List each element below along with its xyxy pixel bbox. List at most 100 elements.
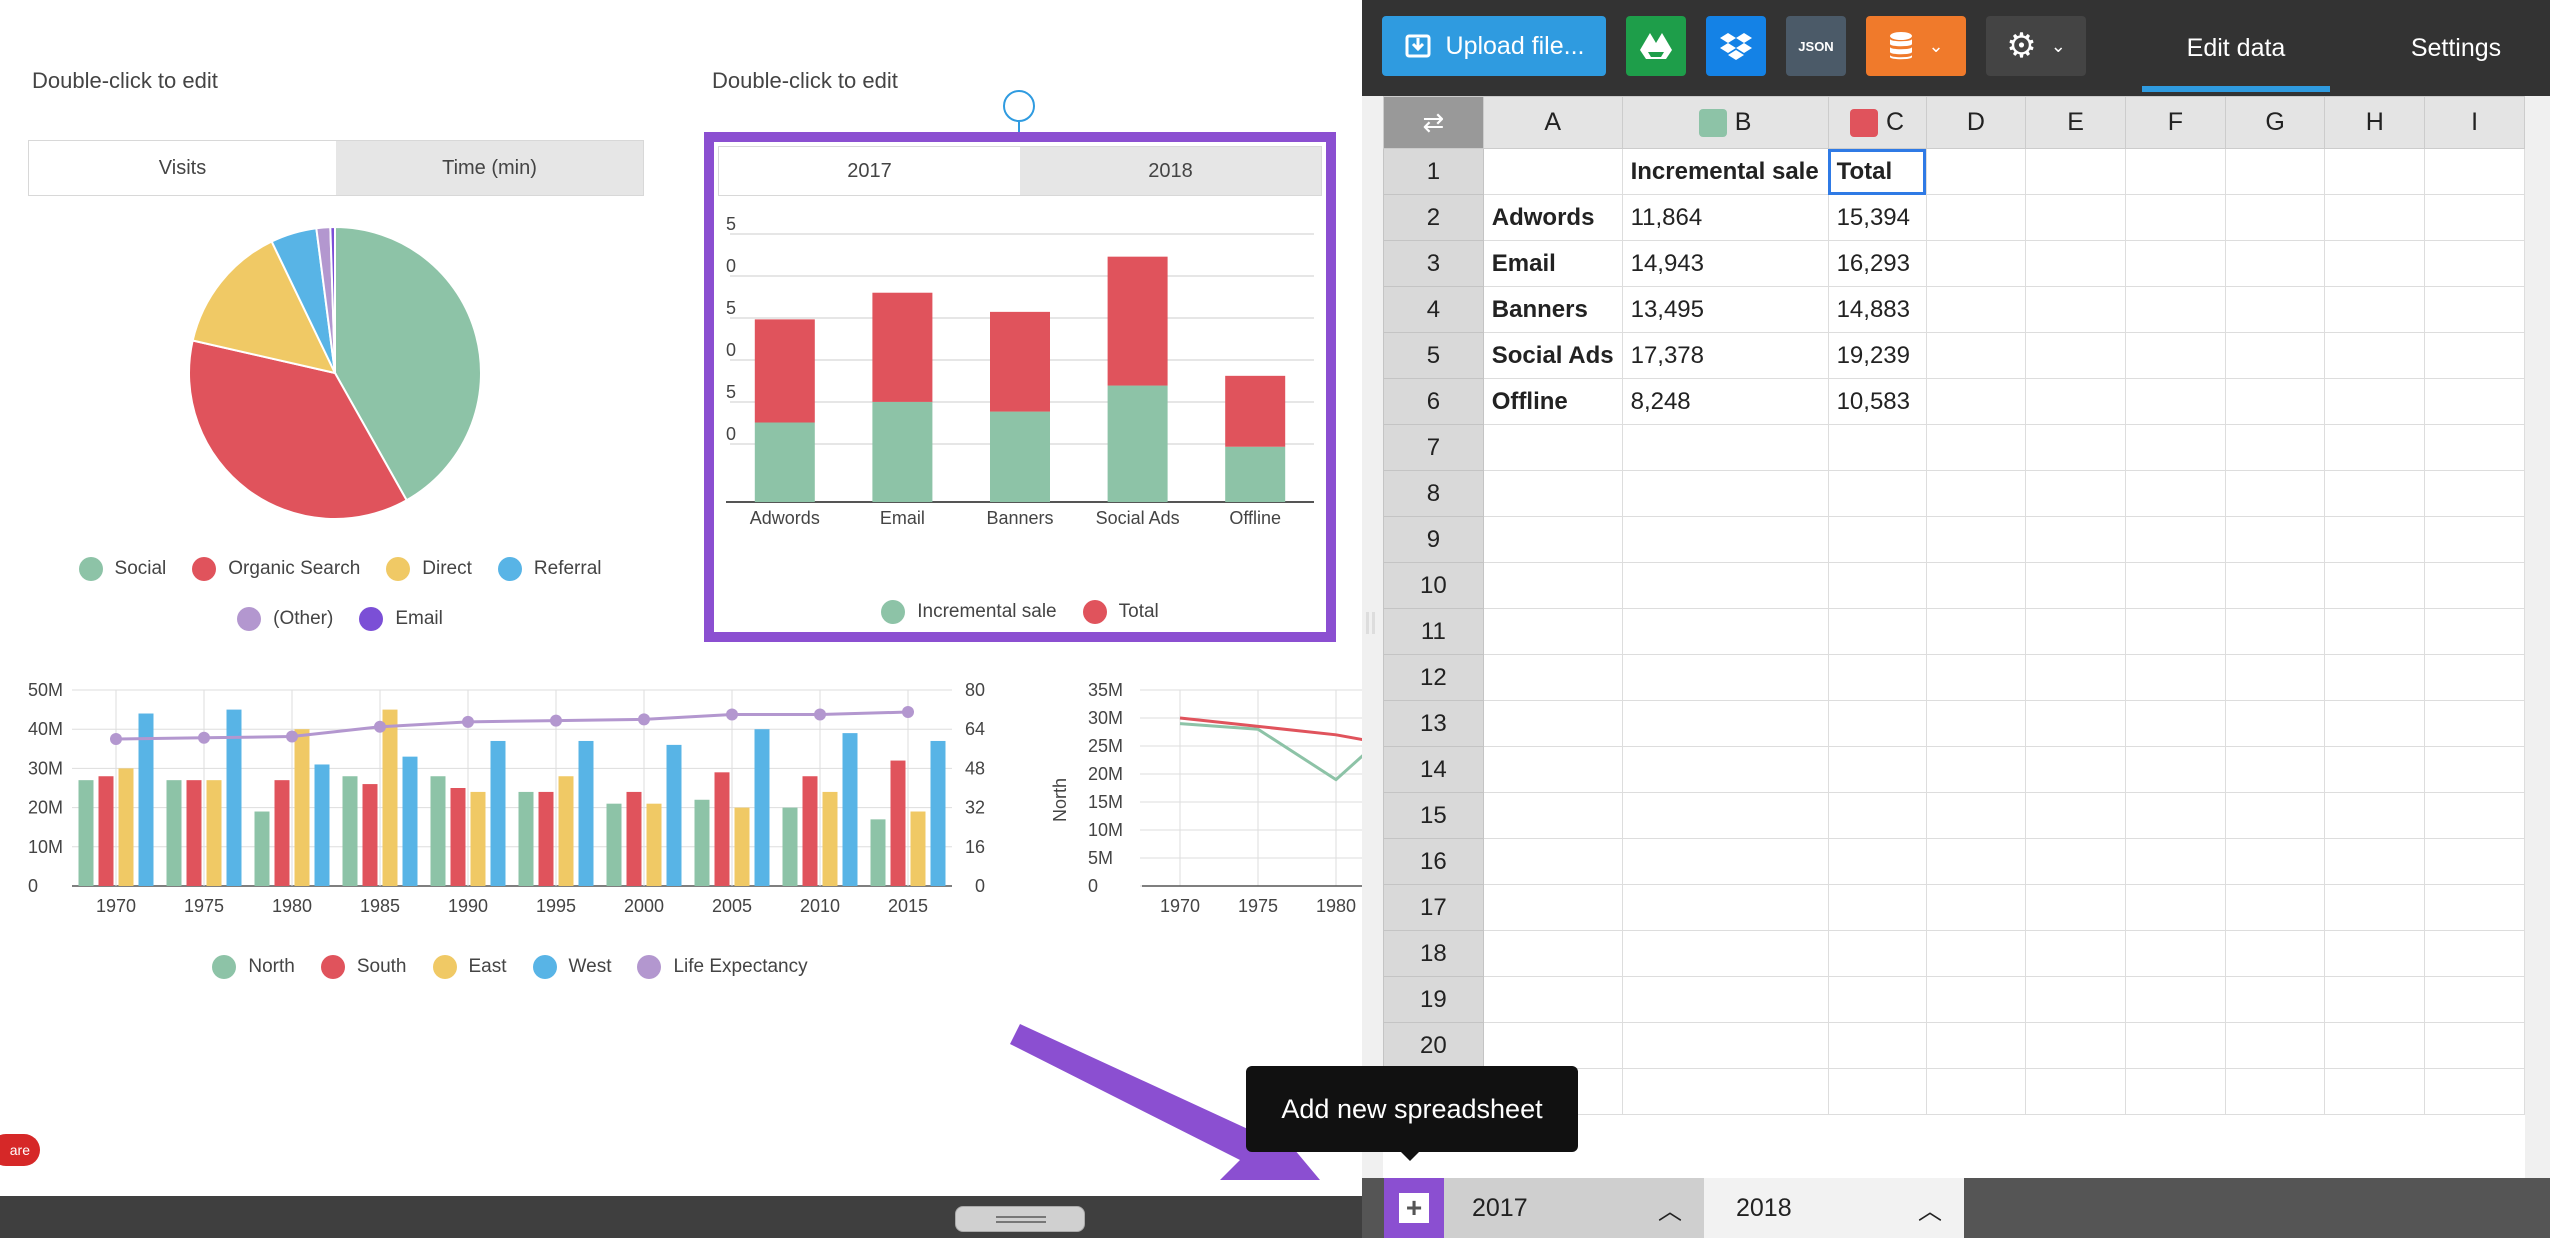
sheet-cell[interactable] [1621,654,1829,701]
sheet-cell[interactable] [2324,746,2426,793]
sheet-cell[interactable] [1482,792,1623,839]
sheet-cell[interactable] [1925,516,2027,563]
series-color-swatch[interactable] [1698,109,1727,138]
sheet-cell[interactable] [2224,470,2326,517]
chevron-up-icon[interactable]: ︿ [1918,1191,1942,1226]
sheet-cell[interactable] [1621,746,1829,793]
sheet-cell[interactable] [2025,148,2127,195]
sheet-cell[interactable] [2125,976,2226,1023]
tab-edit-data[interactable]: Edit data [2142,0,2330,96]
sheet-cell[interactable] [2025,240,2127,287]
sheet-cell[interactable] [2324,976,2426,1023]
sheet-cell[interactable] [2224,1068,2326,1115]
sheet-cell[interactable] [1482,516,1623,563]
add-sheet-button[interactable]: + [1384,1178,1444,1238]
sheet-cell[interactable] [1925,746,2027,793]
resize-handle[interactable] [955,1206,1085,1232]
sheet-cell[interactable] [1827,884,1927,931]
sheet-cell[interactable] [1925,654,2027,701]
sheet-cell[interactable] [1482,746,1623,793]
row-header[interactable]: 10 [1383,562,1484,609]
sheet-cell[interactable] [1621,976,1829,1023]
legend-item-referral[interactable]: Referral [497,544,601,594]
sheet-cell[interactable] [1827,608,1927,655]
sheet-cell[interactable] [2224,516,2326,563]
sheet-cell[interactable] [1827,424,1927,471]
row-header[interactable]: 15 [1383,792,1484,839]
sheet-cell[interactable] [2424,884,2525,931]
row-header[interactable]: 6 [1383,378,1484,425]
sheet-cell[interactable] [1827,562,1927,609]
sheet-cell[interactable] [2324,286,2426,333]
sheet-cell[interactable] [2224,976,2326,1023]
sheet-cell[interactable] [1925,838,2027,885]
sheet-cell[interactable] [1827,1022,1927,1069]
share-badge[interactable]: are [0,1134,40,1166]
sheet-cell[interactable] [2125,1068,2226,1115]
sheet-cell[interactable] [2025,1022,2127,1069]
sheet-cell[interactable] [2324,930,2426,977]
column-header-g[interactable]: G [2224,96,2326,149]
sheet-cell[interactable] [1482,608,1623,655]
sheet-cell[interactable] [2025,516,2127,563]
column-header-e[interactable]: E [2025,96,2127,149]
sheet-cell[interactable] [2224,838,2326,885]
sheet-cell[interactable] [1827,470,1927,517]
sheet-cell[interactable]: 8,248 [1621,378,1829,425]
sheet-cell[interactable] [2324,838,2426,885]
sheet-cell[interactable]: 16,293 [1827,240,1927,287]
sheet-cell[interactable] [2424,562,2525,609]
google-drive-button[interactable] [1626,16,1686,76]
sheet-cell[interactable] [2424,424,2525,471]
sheet-cell[interactable]: 14,943 [1621,240,1829,287]
sheet-cell[interactable] [1925,240,2027,287]
sheet-cell[interactable] [2025,700,2127,747]
row-header[interactable]: 11 [1383,608,1484,655]
column-header-h[interactable]: H [2324,96,2426,149]
sheet-cell[interactable] [1925,608,2027,655]
sheet-cell[interactable] [2125,562,2226,609]
sheet-cell[interactable]: 13,495 [1621,286,1829,333]
sheet-cell[interactable] [2125,1022,2226,1069]
legend-item-email[interactable]: Email [359,594,443,644]
sheet-cell[interactable] [1925,378,2027,425]
sheet-cell[interactable] [2125,930,2226,977]
sheet-cell[interactable] [1621,424,1829,471]
sheet-cell[interactable] [2125,700,2226,747]
sheet-cell[interactable] [2324,148,2426,195]
sheet-cell[interactable]: Social Ads [1482,332,1623,379]
sheet-cell[interactable]: Email [1482,240,1623,287]
sheet-cell[interactable] [2324,700,2426,747]
stacked-chart-title[interactable]: Double-click to edit [712,68,898,94]
legend-item-other[interactable]: (Other) [237,594,333,644]
sheet-cell[interactable]: 17,378 [1621,332,1829,379]
sheet-cell[interactable] [2125,286,2226,333]
sheet-cell[interactable] [2125,424,2226,471]
sheet-cell[interactable] [1925,148,2027,195]
sheet-cell[interactable] [1827,654,1927,701]
sheet-cell[interactable] [1827,792,1927,839]
sheet-cell[interactable] [2025,470,2127,517]
sheet-cell[interactable]: Total [1827,148,1927,195]
sheet-cell[interactable] [2224,194,2326,241]
column-header-a[interactable]: A [1482,96,1623,149]
sheet-cell[interactable] [2224,240,2326,287]
sheet-cell[interactable] [1621,792,1829,839]
row-header[interactable]: 16 [1383,838,1484,885]
sheet-cell[interactable]: 14,883 [1827,286,1927,333]
sheet-cell[interactable] [2424,838,2525,885]
sheet-cell[interactable] [2125,240,2226,287]
row-header[interactable]: 12 [1383,654,1484,701]
sheet-cell[interactable] [2424,746,2525,793]
column-header-b[interactable]: B [1621,96,1829,149]
row-header[interactable]: 13 [1383,700,1484,747]
sheet-cell[interactable] [2025,378,2127,425]
sheet-cell[interactable]: Incremental sale [1621,148,1829,195]
series-color-swatch[interactable] [1850,109,1879,138]
row-header[interactable]: 5 [1383,332,1484,379]
sheet-cell[interactable] [2424,930,2525,977]
upload-file-button[interactable]: Upload file... [1382,16,1606,76]
sheet-cell[interactable] [2125,332,2226,379]
sheet-cell[interactable] [2324,654,2426,701]
sheet-cell[interactable] [2224,746,2326,793]
